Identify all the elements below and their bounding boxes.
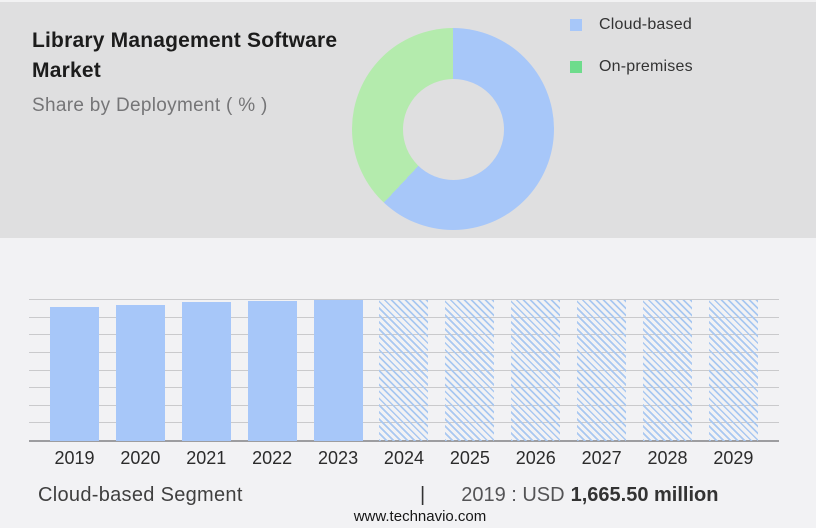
chart-bars: 2019 2020 2021 2022 2023 2024 2025 2026 2027 2028…: [29, 300, 779, 468]
website-url: www.technavio.com: [353, 508, 487, 525]
x-tick-label: 2028: [647, 448, 688, 468]
x-tick-label: 2021: [186, 448, 227, 468]
x-tick-label: 2026: [515, 448, 556, 468]
cloud-based-swatch: [570, 19, 582, 31]
bar-chart: 2019 2020 2021 2022 2023 2024 2025 2026 2027 2028…: [29, 299, 779, 468]
forecast-bar-2027: [577, 300, 627, 441]
forecast-bar-2028: [643, 300, 693, 441]
legend: Cloud-based On-premises: [570, 16, 693, 103]
segment-value: | 2019 : USD 1,665.50 million: [420, 484, 718, 507]
x-tick-label: 2029: [713, 448, 754, 468]
bar-column-2020: 2020: [115, 300, 165, 468]
infographic: Library Management Software Market Share…: [0, 0, 816, 528]
x-tick-label: 2023: [318, 448, 359, 468]
bar-2019: [50, 306, 99, 441]
x-tick-label: 2019: [54, 448, 95, 468]
x-tick-label: 2020: [120, 448, 161, 468]
x-tick-label: 2024: [383, 448, 424, 468]
bar-2021: [181, 302, 231, 441]
value-amount: 1,665.50 million: [570, 484, 719, 506]
footer-divider: |: [420, 484, 426, 506]
forecast-bar-2025: [445, 300, 495, 441]
bar-2023: [313, 300, 363, 441]
bar-2022: [247, 301, 297, 441]
page-subtitle: Share by Deployment ( % ): [32, 95, 268, 116]
value-prefix: 2019 : USD: [461, 484, 565, 506]
bar-column-2025: 2025: [445, 300, 495, 468]
bar-column-2027: 2027: [577, 300, 627, 468]
bar-chart-section: 2019 2020 2021 2022 2023 2024 2025 2026 2027 2028…: [0, 238, 816, 528]
title-block: Library Management Software Market Share…: [32, 26, 382, 117]
forecast-bar-2024: [379, 300, 429, 441]
donut-chart: [352, 28, 554, 230]
page-title: Library Management Software Market: [32, 29, 338, 82]
segment-label: Cloud-based Segment: [38, 484, 243, 506]
x-tick-label: 2022: [252, 448, 293, 468]
bar-column-2024: 2024: [379, 300, 429, 468]
bar-column-2029: 2029: [708, 300, 758, 468]
x-tick-label: 2027: [581, 448, 622, 468]
on-premises-swatch: [570, 61, 582, 73]
bar-column-2026: 2026: [511, 300, 561, 468]
donut-hole: [402, 78, 504, 180]
bar-2020: [115, 304, 165, 441]
legend-item-cloud-based: Cloud-based: [570, 16, 693, 33]
bar-column-2023: 2023: [313, 300, 363, 468]
bar-column-2028: 2028: [643, 300, 693, 468]
forecast-bar-2029: [708, 300, 758, 441]
forecast-bar-2026: [511, 300, 561, 441]
bar-column-2021: 2021: [181, 300, 231, 468]
legend-label: On-premises: [599, 58, 693, 75]
legend-item-on-premises: On-premises: [570, 58, 693, 75]
bar-column-2022: 2022: [247, 300, 297, 468]
bar-column-2019: 2019: [50, 300, 99, 468]
legend-label: Cloud-based: [599, 16, 692, 33]
header-section: Library Management Software Market Share…: [0, 0, 816, 238]
x-tick-label: 2025: [449, 448, 490, 468]
